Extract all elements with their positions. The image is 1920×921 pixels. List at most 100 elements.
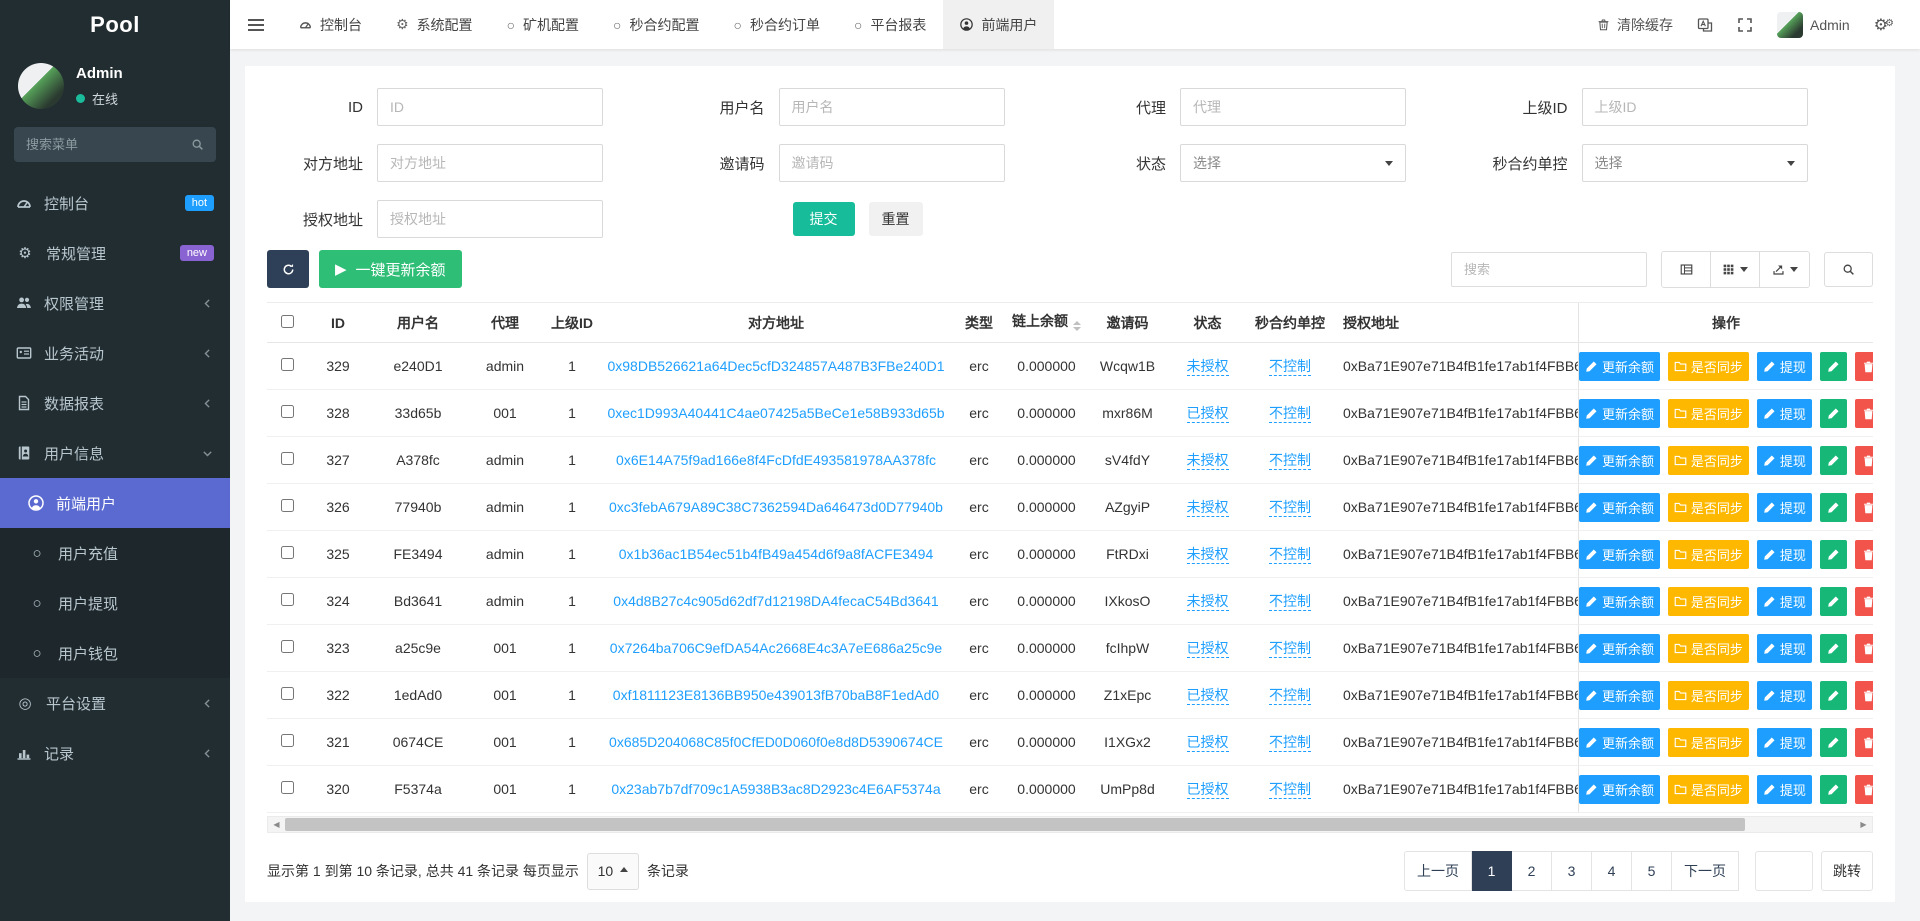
sidebar-item-user-withdraw[interactable]: ○ 用户提现 <box>0 578 230 628</box>
edit-button[interactable] <box>1820 728 1847 757</box>
tab-seconds-contract-orders[interactable]: ○ 秒合约订单 <box>717 0 837 49</box>
edit-button[interactable] <box>1820 775 1847 804</box>
sync-button[interactable]: 是否同步 <box>1668 446 1749 475</box>
delete-button[interactable] <box>1855 540 1873 569</box>
sync-button[interactable]: 是否同步 <box>1668 587 1749 616</box>
user-menu[interactable]: Admin <box>1777 12 1850 38</box>
hamburger-menu-icon[interactable] <box>230 0 282 49</box>
page-button-2[interactable]: 2 <box>1512 851 1552 891</box>
update-balance-button[interactable]: 更新余额 <box>1579 399 1660 428</box>
sync-button[interactable]: 是否同步 <box>1668 493 1749 522</box>
page-button-5[interactable]: 5 <box>1632 851 1672 891</box>
id-input[interactable] <box>377 88 603 126</box>
refresh-button[interactable] <box>267 250 309 288</box>
next-page-button[interactable]: 下一页 <box>1672 851 1739 891</box>
tab-system-config[interactable]: ⚙ 系统配置 <box>379 0 490 49</box>
page-button-1[interactable]: 1 <box>1472 851 1512 891</box>
sidebar-item-business[interactable]: 业务活动 <box>0 328 230 378</box>
sync-button[interactable]: 是否同步 <box>1668 540 1749 569</box>
row-checkbox[interactable] <box>281 499 294 512</box>
jump-page-input[interactable] <box>1755 851 1813 891</box>
status-link[interactable]: 已授权 <box>1187 405 1229 423</box>
order-control-link[interactable]: 不控制 <box>1269 546 1311 564</box>
tab-platform-reports[interactable]: ○ 平台报表 <box>837 0 943 49</box>
status-link[interactable]: 已授权 <box>1187 640 1229 658</box>
sidebar-item-records[interactable]: 记录 <box>0 728 230 778</box>
reset-button[interactable]: 重置 <box>869 202 923 236</box>
delete-button[interactable] <box>1855 446 1873 475</box>
edit-button[interactable] <box>1820 587 1847 616</box>
update-balance-button[interactable]: 更新余额 <box>1579 493 1660 522</box>
row-checkbox[interactable] <box>281 781 294 794</box>
status-link[interactable]: 未授权 <box>1187 452 1229 470</box>
edit-button[interactable] <box>1820 446 1847 475</box>
scroll-left-arrow-icon[interactable]: ◀ <box>268 817 285 832</box>
order-control-select[interactable]: 选择 <box>1582 144 1808 182</box>
order-control-link[interactable]: 不控制 <box>1269 734 1311 752</box>
sync-button[interactable]: 是否同步 <box>1668 634 1749 663</box>
row-checkbox[interactable] <box>281 687 294 700</box>
update-balance-button[interactable]: 更新余额 <box>1579 352 1660 381</box>
edit-button[interactable] <box>1820 493 1847 522</box>
delete-button[interactable] <box>1855 728 1873 757</box>
invite-code-input[interactable] <box>779 144 1005 182</box>
clear-cache-button[interactable]: 清除缓存 <box>1597 15 1673 35</box>
update-balance-button[interactable]: 更新余额 <box>1579 681 1660 710</box>
sidebar-item-permissions[interactable]: 权限管理 <box>0 278 230 328</box>
address-link[interactable]: 0x685D204068C85f0CfED0D060f0e8d8D5390674… <box>609 734 943 750</box>
jump-button[interactable]: 跳转 <box>1821 851 1873 891</box>
row-checkbox[interactable] <box>281 405 294 418</box>
horizontal-scrollbar[interactable]: ◀ ▶ <box>267 816 1873 833</box>
sort-icon[interactable] <box>1073 317 1081 335</box>
tab-seconds-contract-config[interactable]: ○ 秒合约配置 <box>596 0 716 49</box>
edit-button[interactable] <box>1820 540 1847 569</box>
sync-button[interactable]: 是否同步 <box>1668 352 1749 381</box>
order-control-link[interactable]: 不控制 <box>1269 358 1311 376</box>
status-link[interactable]: 未授权 <box>1187 593 1229 611</box>
tab-miner-config[interactable]: ○ 矿机配置 <box>490 0 596 49</box>
tab-frontend-users[interactable]: 前端用户 <box>943 0 1054 49</box>
sidebar-item-general[interactable]: ⚙ 常规管理 new <box>0 228 230 278</box>
order-control-link[interactable]: 不控制 <box>1269 687 1311 705</box>
withdraw-button[interactable]: 提现 <box>1757 728 1812 757</box>
address-link[interactable]: 0x23ab7b7df709c1A5938B3ac8D2923c4E6AF537… <box>611 781 940 797</box>
submit-button[interactable]: 提交 <box>793 202 855 236</box>
row-checkbox[interactable] <box>281 452 294 465</box>
status-link[interactable]: 已授权 <box>1187 734 1229 752</box>
page-button-3[interactable]: 3 <box>1552 851 1592 891</box>
withdraw-button[interactable]: 提现 <box>1757 399 1812 428</box>
status-link[interactable]: 已授权 <box>1187 781 1229 799</box>
select-all-checkbox[interactable] <box>281 315 294 328</box>
order-control-link[interactable]: 不控制 <box>1269 781 1311 799</box>
delete-button[interactable] <box>1855 352 1873 381</box>
username-input[interactable] <box>779 88 1005 126</box>
edit-button[interactable] <box>1820 681 1847 710</box>
address-link[interactable]: 0x4d8B27c4c905d62df7d12198DA4fecaC54Bd36… <box>613 593 938 609</box>
withdraw-button[interactable]: 提现 <box>1757 352 1812 381</box>
table-search-button[interactable] <box>1824 252 1873 287</box>
tab-dashboard[interactable]: 控制台 <box>282 0 379 49</box>
sync-button[interactable]: 是否同步 <box>1668 681 1749 710</box>
sync-button[interactable]: 是否同步 <box>1668 399 1749 428</box>
parent-id-input[interactable] <box>1582 88 1808 126</box>
delete-button[interactable] <box>1855 775 1873 804</box>
withdraw-button[interactable]: 提现 <box>1757 540 1812 569</box>
scrollbar-thumb[interactable] <box>285 818 1745 831</box>
order-control-link[interactable]: 不控制 <box>1269 452 1311 470</box>
order-control-link[interactable]: 不控制 <box>1269 640 1311 658</box>
sidebar-item-user-wallet[interactable]: ○ 用户钱包 <box>0 628 230 678</box>
status-select[interactable]: 选择 <box>1180 144 1406 182</box>
status-link[interactable]: 未授权 <box>1187 358 1229 376</box>
address-link[interactable]: 0xec1D993A40441C4ae07425a5BeCe1e58B933d6… <box>607 405 944 421</box>
search-icon[interactable] <box>191 138 204 151</box>
delete-button[interactable] <box>1855 493 1873 522</box>
address-link[interactable]: 0x98DB526621a64Dec5cfD324857A487B3FBe240… <box>607 358 944 374</box>
address-input[interactable] <box>377 144 603 182</box>
sidebar-item-frontend-users[interactable]: 前端用户 <box>0 478 230 528</box>
sync-button[interactable]: 是否同步 <box>1668 728 1749 757</box>
delete-button[interactable] <box>1855 399 1873 428</box>
sidebar-item-dashboard[interactable]: 控制台 hot <box>0 178 230 228</box>
update-all-balances-button[interactable]: ▶ 一键更新余额 <box>319 250 462 288</box>
delete-button[interactable] <box>1855 681 1873 710</box>
delete-button[interactable] <box>1855 587 1873 616</box>
